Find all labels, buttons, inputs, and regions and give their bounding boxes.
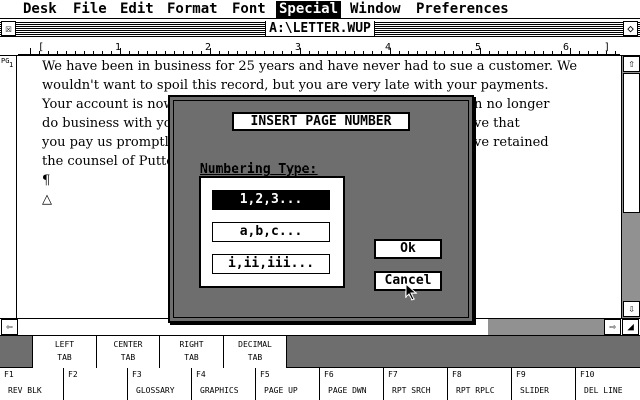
fkey-number: F7: [388, 370, 398, 379]
document-line-tail: ve that: [474, 116, 520, 131]
fuller-icon[interactable]: ◇: [623, 21, 638, 36]
page-number: 1: [9, 61, 14, 69]
menu-special[interactable]: Special: [276, 1, 342, 18]
tab-label: TAB: [57, 353, 72, 362]
fkey-f2[interactable]: F2: [64, 368, 128, 400]
menu-file[interactable]: File: [70, 1, 110, 18]
fkey-f10[interactable]: F10 DEL LINE: [576, 368, 640, 400]
menu-font[interactable]: Font: [229, 1, 269, 18]
fkey-f8[interactable]: F8 RPT RPLC: [448, 368, 512, 400]
tab-label: DECIMAL: [238, 340, 272, 349]
option-lowercase-letters[interactable]: a,b,c...: [212, 222, 330, 242]
fkey-f3[interactable]: F3 GLOSSARY: [128, 368, 192, 400]
document-line: Your account is now: [42, 97, 175, 112]
fkey-number: F2: [68, 370, 78, 379]
ruler-ticks: [18, 48, 620, 55]
ruler[interactable]: [ ] 1 2 3 4 5 6: [0, 38, 640, 56]
document-line: do business with you: [42, 116, 180, 131]
menu-bar: Desk File Edit Format Font Special Windo…: [0, 0, 640, 19]
vertical-scroll-thumb[interactable]: [623, 73, 640, 213]
tab-label: TAB: [120, 353, 136, 362]
left-margin-mark[interactable]: [: [38, 42, 44, 53]
dialog-title: INSERT PAGE NUMBER: [232, 112, 410, 131]
right-margin-mark[interactable]: ]: [604, 42, 610, 53]
tab-label: TAB: [184, 353, 199, 362]
fkey-number: F4: [196, 370, 206, 379]
left-gutter: PG 1: [0, 56, 17, 318]
tab-label: TAB: [247, 353, 263, 362]
arrow-up-icon[interactable]: ⇧: [623, 56, 640, 72]
left-tab-button[interactable]: LEFT TAB: [32, 336, 96, 368]
tab-label: RIGHT: [179, 340, 204, 349]
ok-button[interactable]: Ok: [374, 239, 442, 259]
document-line-tail: ve retained: [474, 135, 549, 150]
menu-window[interactable]: Window: [347, 1, 404, 18]
menu-edit[interactable]: Edit: [117, 1, 157, 18]
fkey-label: GLOSSARY: [136, 386, 175, 395]
fkey-number: F1: [4, 370, 14, 379]
fkey-f6[interactable]: F6 PAGE DWN: [320, 368, 384, 400]
ruler-number: 5: [475, 42, 482, 53]
option-roman-numerals[interactable]: i,ii,iii...: [212, 254, 330, 274]
document-line: the counsel of Putter: [42, 154, 181, 169]
ruler-number: 6: [563, 42, 570, 53]
fkey-label: PAGE DWN: [328, 386, 367, 395]
tab-label: LEFT: [54, 340, 75, 349]
arrow-right-icon[interactable]: ⇨: [604, 319, 621, 335]
ruler-number: 1: [115, 42, 122, 53]
document-line: you pay us promptly: [42, 135, 177, 150]
menu-preferences[interactable]: Preferences: [413, 1, 512, 18]
fkey-f9[interactable]: F9 SLIDER: [512, 368, 576, 400]
numbering-type-label: Numbering Type:: [200, 162, 318, 177]
ruler-number: 4: [385, 42, 392, 53]
tab-button-row: LEFT TAB CENTER TAB RIGHT TAB DECIMAL TA…: [0, 336, 640, 368]
document-line: We have been in business for 25 years an…: [42, 59, 578, 74]
fkey-label: SLIDER: [520, 386, 549, 395]
ruler-number: 3: [295, 42, 302, 53]
document-line: wouldn't want to spoil this record, but …: [42, 78, 549, 93]
option-arabic-numerals[interactable]: 1,2,3...: [212, 190, 330, 210]
arrow-down-icon[interactable]: ⇩: [623, 301, 640, 317]
fkey-number: F3: [132, 370, 142, 379]
fkey-label: REV BLK: [8, 386, 42, 395]
fkey-label: RPT SRCH: [392, 386, 431, 395]
document-line-tail: n no longer: [474, 97, 550, 112]
fkey-number: F5: [260, 370, 270, 379]
fkey-number: F6: [324, 370, 334, 379]
menu-format[interactable]: Format: [164, 1, 221, 18]
arrow-left-icon[interactable]: ⇦: [1, 319, 18, 335]
fkey-number: F8: [452, 370, 462, 379]
fkey-f1[interactable]: F1 REV BLK: [0, 368, 64, 400]
close-icon[interactable]: ☒: [1, 21, 16, 36]
center-tab-button[interactable]: CENTER TAB: [96, 336, 159, 368]
vertical-scrollbar[interactable]: ⇧ ⇩: [621, 56, 640, 318]
decimal-tab-button[interactable]: DECIMAL TAB: [223, 336, 287, 368]
mouse-pointer-icon: [405, 283, 418, 301]
end-of-document-mark: △: [42, 192, 52, 207]
window-title: A:\LETTER.WUP: [265, 21, 375, 36]
fkey-label: GRAPHICS: [200, 386, 239, 395]
fkey-number: F10: [580, 370, 595, 379]
right-tab-button[interactable]: RIGHT TAB: [159, 336, 223, 368]
fkey-label: RPT RPLC: [456, 386, 495, 395]
resize-icon[interactable]: ◢: [622, 319, 639, 335]
function-key-bar: F1 REV BLK F2 F3 GLOSSARY F4 GRAPHICS F5 PAG…: [0, 368, 640, 400]
tab-label: CENTER: [113, 340, 143, 349]
horizontal-scroll-track[interactable]: [488, 319, 604, 335]
fkey-f4[interactable]: F4 GRAPHICS: [192, 368, 256, 400]
paragraph-mark: ¶: [42, 173, 51, 188]
fkey-f7[interactable]: F7 RPT SRCH: [384, 368, 448, 400]
fkey-label: PAGE UP: [264, 386, 298, 395]
fkey-f5[interactable]: F5 PAGE UP: [256, 368, 320, 400]
menu-desk[interactable]: Desk: [20, 1, 60, 18]
fkey-number: F9: [516, 370, 526, 379]
fkey-label: DEL LINE: [584, 386, 623, 395]
ruler-number: 2: [205, 42, 212, 53]
